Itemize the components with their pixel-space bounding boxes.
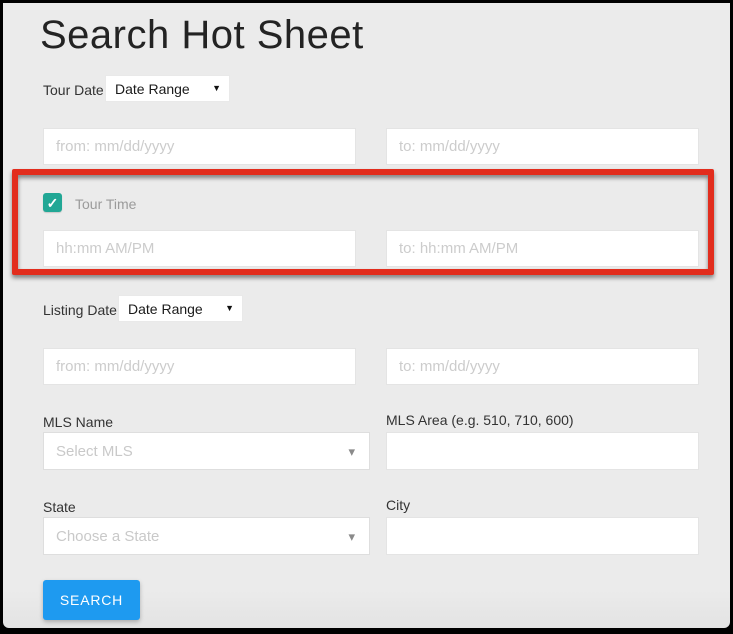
- tour-date-from-input[interactable]: [43, 128, 356, 165]
- tour-date-to-input[interactable]: [386, 128, 699, 165]
- state-label: State: [43, 499, 76, 515]
- tour-date-label: Tour Date:: [43, 82, 108, 98]
- dropdown-caret-icon: ▾: [348, 443, 355, 459]
- state-select[interactable]: Choose a State ▾: [43, 517, 370, 555]
- chevron-down-icon: ▼: [225, 303, 234, 313]
- tour-time-checkbox[interactable]: ✓: [43, 193, 62, 212]
- tour-date-select[interactable]: Date Range ▼: [106, 76, 229, 101]
- state-select-placeholder: Choose a State: [56, 527, 160, 545]
- mls-name-label: MLS Name: [43, 414, 114, 430]
- tour-time-label: Tour Time: [75, 196, 137, 212]
- mls-name-select-placeholder: Select MLS: [56, 442, 133, 460]
- listing-date-select-value: Date Range: [128, 300, 203, 317]
- listing-date-from-input[interactable]: [43, 348, 356, 385]
- dropdown-caret-icon: ▾: [348, 528, 355, 544]
- city-label: City: [386, 497, 411, 513]
- page-title: Search Hot Sheet: [40, 13, 364, 57]
- checkmark-icon: ✓: [46, 194, 59, 211]
- search-hot-sheet-page: Search Hot Sheet Tour Date: Date Range ▼…: [3, 3, 730, 628]
- mls-area-input[interactable]: [386, 432, 699, 470]
- chevron-down-icon: ▼: [212, 83, 221, 93]
- tour-time-from-input[interactable]: [43, 230, 356, 267]
- city-input[interactable]: [386, 517, 699, 555]
- listing-date-label: Listing Date:: [43, 302, 121, 318]
- tour-time-to-input[interactable]: [386, 230, 699, 267]
- tour-date-select-value: Date Range: [115, 80, 190, 97]
- mls-name-select[interactable]: Select MLS ▾: [43, 432, 370, 470]
- search-button[interactable]: SEARCH: [43, 580, 140, 620]
- mls-area-label: MLS Area (e.g. 510, 710, 600): [386, 412, 574, 428]
- listing-date-select[interactable]: Date Range ▼: [119, 296, 242, 321]
- listing-date-to-input[interactable]: [386, 348, 699, 385]
